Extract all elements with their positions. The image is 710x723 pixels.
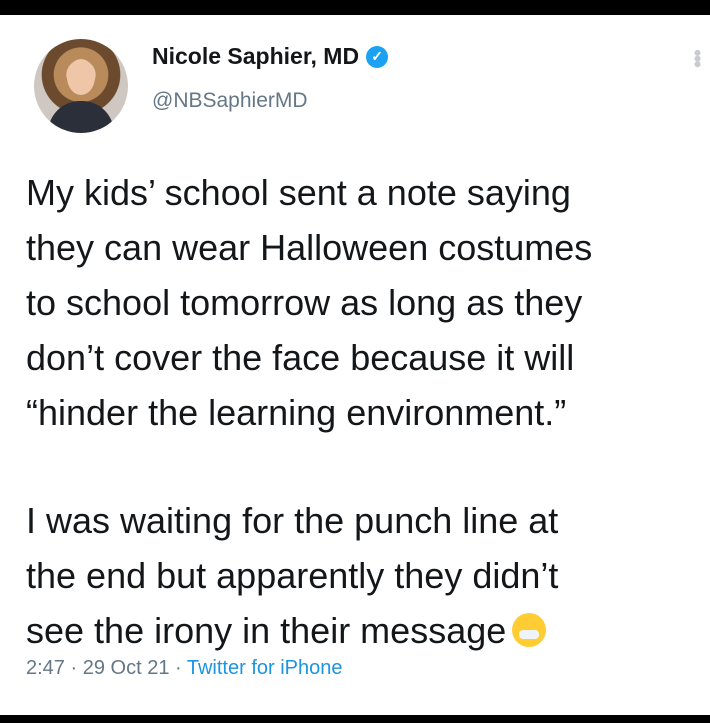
avatar-shoulders [48,101,114,133]
meta-separator: · [64,657,83,679]
tweet-paragraph-2: I was waiting for the punch line at the … [26,493,706,658]
more-options-icon[interactable]: ••• [685,49,710,66]
tweet-paragraph-1: My kids’ school sent a note saying they … [26,172,593,433]
tweet-time[interactable]: 2:47 [26,657,65,679]
tweet-card: Nicole Saphier, MD ✓ @NBSaphierMD ••• My… [0,15,710,715]
tweet-paragraph-2-text: I was waiting for the punch line at the … [26,500,559,651]
author-name[interactable]: Nicole Saphier, MD [152,43,359,70]
tweet-client[interactable]: Twitter for iPhone [187,657,343,679]
verified-badge-icon: ✓ [366,45,389,68]
tweet-text: My kids’ school sent a note saying they … [26,165,706,658]
tweet-meta: 2:47 · 29 Oct 21 · Twitter for iPhone [26,657,342,680]
avatar[interactable] [34,39,128,133]
avatar-face [67,59,95,95]
tweet-date[interactable]: 29 Oct 21 [83,657,170,679]
grinning-face-with-medical-mask-icon [512,613,547,647]
author-handle[interactable]: @NBSaphierMD [152,89,308,113]
meta-separator: · [169,657,187,679]
author-row: Nicole Saphier, MD ✓ [152,43,389,70]
